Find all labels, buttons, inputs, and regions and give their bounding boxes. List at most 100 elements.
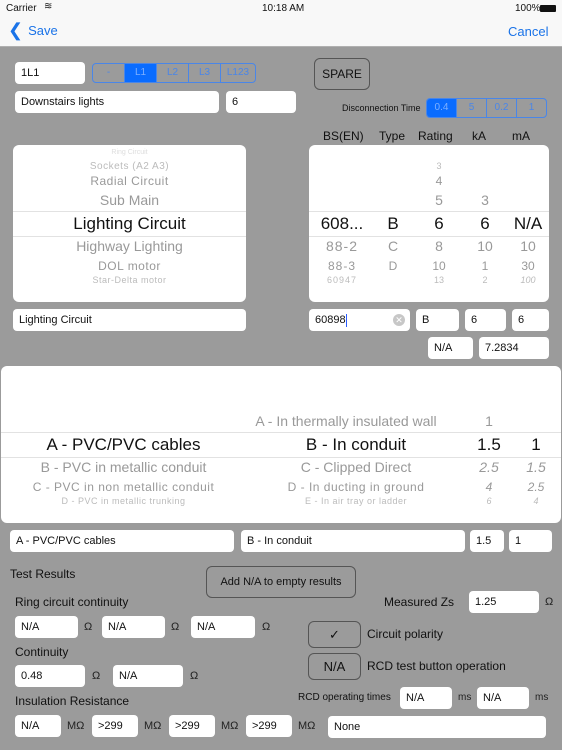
rcd-time-5x-input[interactable]: N/A: [477, 687, 529, 709]
rcd-time-1x-input[interactable]: N/A: [400, 687, 452, 709]
live-selected[interactable]: 1.5: [469, 435, 509, 455]
live-size-input[interactable]: 1.5: [470, 530, 504, 552]
cable-option[interactable]: B - PVC in metallic conduit: [1, 459, 246, 475]
disconnection-option-0-2[interactable]: 0.2: [487, 99, 517, 117]
picker-row[interactable]: Sockets (A2 A3): [13, 161, 246, 172]
rating-option[interactable]: 13: [419, 275, 459, 285]
clear-text-icon[interactable]: ✕: [393, 314, 405, 326]
method-option[interactable]: A - In thermally insulated wall: [231, 413, 461, 429]
phase-option-l3[interactable]: L3: [189, 64, 221, 82]
circuit-ref-input[interactable]: 1L1: [15, 62, 85, 84]
rating-option[interactable]: 5: [419, 192, 459, 208]
live-option[interactable]: 2.5: [469, 459, 509, 475]
bs-option[interactable]: 88-3: [309, 259, 375, 273]
picker-row[interactable]: Highway Lighting: [13, 238, 246, 254]
continuity-r1r2-input[interactable]: 0.48: [15, 665, 85, 687]
picker-row[interactable]: Radial Circuit: [13, 174, 246, 188]
live-option[interactable]: 6: [469, 496, 509, 506]
insulation-ne-input[interactable]: >299: [169, 715, 215, 737]
add-na-button[interactable]: Add N/A to empty results: [206, 566, 356, 598]
method-option[interactable]: D - In ducting in ground: [241, 480, 471, 494]
picker-selected-row[interactable]: Lighting Circuit: [13, 214, 246, 234]
max-zs-input[interactable]: 7.2834: [479, 337, 549, 359]
rating-selected[interactable]: 6: [419, 214, 459, 234]
circuit-description-input[interactable]: Downstairs lights: [15, 91, 219, 113]
phase-option-l123[interactable]: L123: [221, 64, 255, 82]
insulation-le-input[interactable]: >299: [92, 715, 138, 737]
points-input[interactable]: 6: [226, 91, 296, 113]
cable-picker[interactable]: A - PVC/PVC cables B - PVC in metallic c…: [1, 366, 561, 523]
disconnection-option-0-4[interactable]: 0.4: [427, 99, 457, 117]
ka-input[interactable]: 6: [512, 309, 549, 331]
ka-selected[interactable]: 6: [465, 214, 505, 234]
ring-continuity-rn-input[interactable]: N/A: [102, 616, 165, 638]
type-option[interactable]: D: [375, 259, 411, 273]
type-option[interactable]: C: [375, 238, 411, 254]
cable-option[interactable]: D - PVC in metallic trunking: [1, 496, 246, 506]
ring-continuity-r2-input[interactable]: N/A: [191, 616, 255, 638]
method-option[interactable]: E - In air tray or ladder: [241, 496, 471, 506]
circuit-polarity-button[interactable]: ✓: [308, 621, 361, 648]
phase-option-none[interactable]: -: [93, 64, 125, 82]
cpc-size-input[interactable]: 1: [509, 530, 552, 552]
insulation-extra-input[interactable]: >299: [246, 715, 292, 737]
picker-row[interactable]: Star-Delta motor: [13, 275, 246, 285]
cable-option[interactable]: C - PVC in non metallic conduit: [1, 480, 246, 494]
carrier-label: Carrier: [6, 3, 37, 14]
ohm-unit: Ω: [190, 670, 199, 682]
picker-selection-line: [309, 211, 549, 212]
save-button[interactable]: ❮ Save: [8, 21, 58, 39]
spare-button[interactable]: SPARE: [314, 58, 370, 90]
cancel-button[interactable]: Cancel: [508, 24, 548, 39]
rcd-test-button-operation-button[interactable]: N/A: [308, 653, 361, 680]
bs-option[interactable]: 60947: [309, 275, 375, 285]
ka-option[interactable]: 2: [465, 275, 505, 285]
phase-option-l2[interactable]: L2: [157, 64, 189, 82]
ma-selected[interactable]: N/A: [507, 214, 549, 234]
picker-row[interactable]: Ring Circuit: [13, 149, 246, 156]
type-input[interactable]: B: [416, 309, 459, 331]
cable-selected[interactable]: A - PVC/PVC cables: [1, 435, 246, 455]
cpc-option[interactable]: 4: [516, 496, 556, 506]
rating-option[interactable]: 3: [419, 161, 459, 171]
rating-input[interactable]: 6: [465, 309, 506, 331]
ka-option[interactable]: 1: [465, 259, 505, 273]
rating-option[interactable]: 4: [419, 174, 459, 188]
battery-icon: [540, 5, 556, 12]
insulation-ll-input[interactable]: N/A: [15, 715, 61, 737]
ma-option[interactable]: 100: [507, 275, 549, 285]
cable-type-input[interactable]: A - PVC/PVC cables: [10, 530, 234, 552]
cpc-option[interactable]: 2.5: [516, 480, 556, 494]
ma-option[interactable]: 30: [507, 259, 549, 273]
circuit-type-input[interactable]: Lighting Circuit: [13, 309, 246, 331]
battery-percent: 100%: [515, 3, 541, 14]
disconnection-option-5[interactable]: 5: [457, 99, 487, 117]
remarks-input[interactable]: None: [328, 716, 546, 738]
cpc-selected[interactable]: 1: [516, 435, 556, 455]
measured-zs-input[interactable]: 1.25: [469, 591, 539, 613]
rating-option[interactable]: 8: [419, 238, 459, 254]
ka-option[interactable]: 10: [465, 238, 505, 254]
cpc-option[interactable]: 1.5: [516, 459, 556, 475]
continuity-r2-input[interactable]: N/A: [113, 665, 183, 687]
rating-option[interactable]: 10: [419, 259, 459, 273]
ma-input[interactable]: N/A: [428, 337, 473, 359]
circuit-type-picker[interactable]: Ring Circuit Sockets (A2 A3) Radial Circ…: [13, 145, 246, 302]
ka-option[interactable]: 3: [465, 192, 505, 208]
installation-method-input[interactable]: B - In conduit: [241, 530, 465, 552]
ma-option[interactable]: 10: [507, 238, 549, 254]
bs-selected[interactable]: 608...: [309, 214, 375, 234]
method-option[interactable]: C - Clipped Direct: [241, 459, 471, 475]
protective-device-picker[interactable]: 608... 88-2 88-3 60947 B C D 3 4 5 6 8 1…: [309, 145, 549, 302]
ring-continuity-r1-input[interactable]: N/A: [15, 616, 78, 638]
live-option[interactable]: 4: [469, 480, 509, 494]
bs-option[interactable]: 88-2: [309, 238, 375, 254]
picker-row[interactable]: Sub Main: [13, 192, 246, 208]
bs-en-input[interactable]: 60898 ✕: [309, 309, 410, 331]
picker-row[interactable]: DOL motor: [13, 259, 246, 273]
disconnection-option-1[interactable]: 1: [517, 99, 546, 117]
method-selected[interactable]: B - In conduit: [241, 435, 471, 455]
type-selected[interactable]: B: [375, 214, 411, 234]
live-option[interactable]: 1: [469, 413, 509, 429]
phase-option-l1[interactable]: L1: [125, 64, 157, 82]
